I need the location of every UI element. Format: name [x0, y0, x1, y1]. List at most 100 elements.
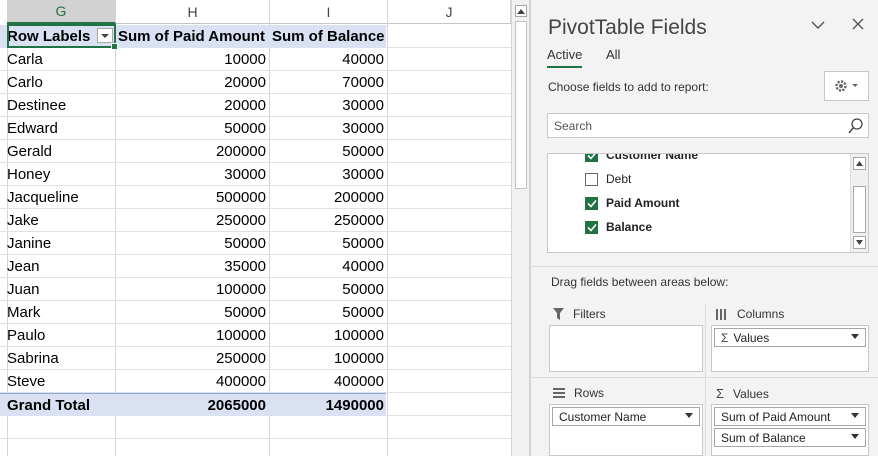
tab-active[interactable]: Active	[547, 47, 583, 68]
table-row: Janine 50000 50000	[0, 232, 386, 255]
scroll-up-button[interactable]	[515, 5, 527, 17]
row-label-cell[interactable]: Paulo	[7, 324, 115, 347]
row-label-cell[interactable]: Honey	[7, 163, 115, 186]
balance-cell[interactable]: 70000	[269, 71, 387, 94]
paid-amount-cell[interactable]: 400000	[115, 370, 269, 393]
row-label-cell[interactable]: Jacqueline	[7, 186, 115, 209]
row-label-cell[interactable]: Gerald	[7, 140, 115, 163]
paid-amount-cell[interactable]: 250000	[115, 347, 269, 370]
paid-amount-cell[interactable]: 100000	[115, 278, 269, 301]
column-header-i[interactable]: I	[270, 0, 388, 24]
paid-amount-cell[interactable]: 50000	[115, 117, 269, 140]
paid-amount-cell[interactable]: 500000	[115, 186, 269, 209]
columns-drop-area[interactable]: Σ Values	[711, 325, 869, 372]
dropdown-arrow-icon	[685, 413, 693, 418]
checkbox-checked-icon[interactable]	[585, 220, 598, 234]
field-item[interactable]: Paid Amount	[585, 194, 680, 212]
row-label-cell[interactable]: Steve	[7, 370, 115, 393]
field-item[interactable]: Customer Name	[585, 154, 698, 164]
table-row: Mark 50000 50000	[0, 301, 386, 324]
field-scroll-thumb[interactable]	[853, 186, 866, 233]
field-scroll-up[interactable]	[853, 157, 866, 170]
columns-field-values[interactable]: Σ Values	[714, 328, 866, 347]
balance-cell[interactable]: 200000	[269, 186, 387, 209]
columns-icon	[716, 308, 726, 320]
pane-close-button[interactable]	[851, 17, 865, 36]
pivot-fields-pane: PivotTable Fields Active All Choose fiel…	[530, 0, 878, 456]
paid-amount-cell[interactable]: 35000	[115, 255, 269, 278]
table-row: Jake 250000 250000	[0, 209, 386, 232]
checkbox-checked-icon[interactable]	[585, 154, 598, 162]
values-field-paid[interactable]: Sum of Paid Amount	[714, 407, 866, 426]
field-search-box[interactable]: Search	[547, 113, 869, 138]
balance-cell[interactable]: 40000	[269, 255, 387, 278]
balance-cell[interactable]: 30000	[269, 163, 387, 186]
balance-cell[interactable]: 400000	[269, 370, 387, 393]
excel-window: G H I J Row Labels Sum of Paid Amount Su…	[0, 0, 878, 456]
paid-amount-cell[interactable]: 100000	[115, 324, 269, 347]
checkbox-icon[interactable]	[585, 172, 598, 186]
field-list-scrollbar[interactable]	[850, 154, 868, 252]
balance-cell[interactable]: 50000	[269, 301, 387, 324]
close-icon	[852, 18, 864, 30]
row-label-cell[interactable]: Carlo	[7, 71, 115, 94]
sum-paid-header[interactable]: Sum of Paid Amount	[115, 25, 269, 48]
paid-amount-cell[interactable]: 200000	[115, 140, 269, 163]
grand-total-paid[interactable]: 2065000	[115, 394, 269, 417]
row-label-cell[interactable]: Juan	[7, 278, 115, 301]
row-labels-filter-button[interactable]	[97, 28, 113, 43]
paid-amount-cell[interactable]: 250000	[115, 209, 269, 232]
sum-balance-header[interactable]: Sum of Balance	[269, 25, 387, 48]
balance-cell[interactable]: 50000	[269, 140, 387, 163]
paid-amount-cell[interactable]: 50000	[115, 232, 269, 255]
row-label-cell[interactable]: Destinee	[7, 94, 115, 117]
paid-amount-cell[interactable]: 50000	[115, 301, 269, 324]
search-placeholder: Search	[554, 119, 593, 133]
balance-cell[interactable]: 100000	[269, 324, 387, 347]
field-item[interactable]: Balance	[585, 218, 652, 236]
column-header-h[interactable]: H	[116, 0, 270, 24]
row-label-cell[interactable]: Jean	[7, 255, 115, 278]
paid-amount-cell[interactable]: 30000	[115, 163, 269, 186]
balance-cell[interactable]: 100000	[269, 347, 387, 370]
columns-area-header: Columns	[716, 307, 784, 321]
checkbox-checked-icon[interactable]	[585, 196, 598, 210]
paid-amount-cell[interactable]: 20000	[115, 94, 269, 117]
spreadsheet-grid[interactable]: G H I J Row Labels Sum of Paid Amount Su…	[0, 0, 511, 456]
paid-amount-cell[interactable]: 20000	[115, 71, 269, 94]
values-drop-area[interactable]: Sum of Paid Amount Sum of Balance	[711, 404, 869, 456]
balance-cell[interactable]: 30000	[269, 117, 387, 140]
field-list[interactable]: Customer Name Debt Paid Amount Balance	[547, 153, 869, 253]
row-label-cell[interactable]: Sabrina	[7, 347, 115, 370]
pane-title: PivotTable Fields	[548, 16, 707, 39]
rows-drop-area[interactable]: Customer Name	[549, 404, 703, 456]
paid-amount-cell[interactable]: 10000	[115, 48, 269, 71]
balance-cell[interactable]: 250000	[269, 209, 387, 232]
column-header-j[interactable]: J	[388, 0, 511, 24]
balance-cell[interactable]: 50000	[269, 232, 387, 255]
row-label-cell[interactable]: Carla	[7, 48, 115, 71]
filters-drop-area[interactable]	[549, 325, 703, 372]
row-label-cell[interactable]: Mark	[7, 301, 115, 324]
row-label-cell[interactable]: Janine	[7, 232, 115, 255]
field-scroll-down[interactable]	[853, 236, 866, 249]
values-field-balance[interactable]: Sum of Balance	[714, 428, 866, 447]
scroll-thumb[interactable]	[515, 21, 527, 189]
balance-cell[interactable]: 30000	[269, 94, 387, 117]
sheet-vertical-scrollbar[interactable]	[511, 0, 530, 456]
table-row: Jacqueline 500000 200000	[0, 186, 386, 209]
balance-cell[interactable]: 40000	[269, 48, 387, 71]
drag-fields-label: Drag fields between areas below:	[551, 275, 729, 289]
rows-field-customer-name[interactable]: Customer Name	[552, 407, 700, 426]
tab-all[interactable]: All	[606, 47, 620, 62]
row-label-cell[interactable]: Jake	[7, 209, 115, 232]
tools-button[interactable]	[824, 71, 869, 101]
column-header-g[interactable]: G	[7, 0, 116, 24]
balance-cell[interactable]: 50000	[269, 278, 387, 301]
grand-total-label[interactable]: Grand Total	[7, 394, 115, 417]
row-label-cell[interactable]: Edward	[7, 117, 115, 140]
search-icon[interactable]	[847, 117, 865, 135]
field-item[interactable]: Debt	[585, 170, 631, 188]
pane-options-button[interactable]	[810, 17, 826, 38]
grand-total-balance[interactable]: 1490000	[269, 394, 387, 417]
